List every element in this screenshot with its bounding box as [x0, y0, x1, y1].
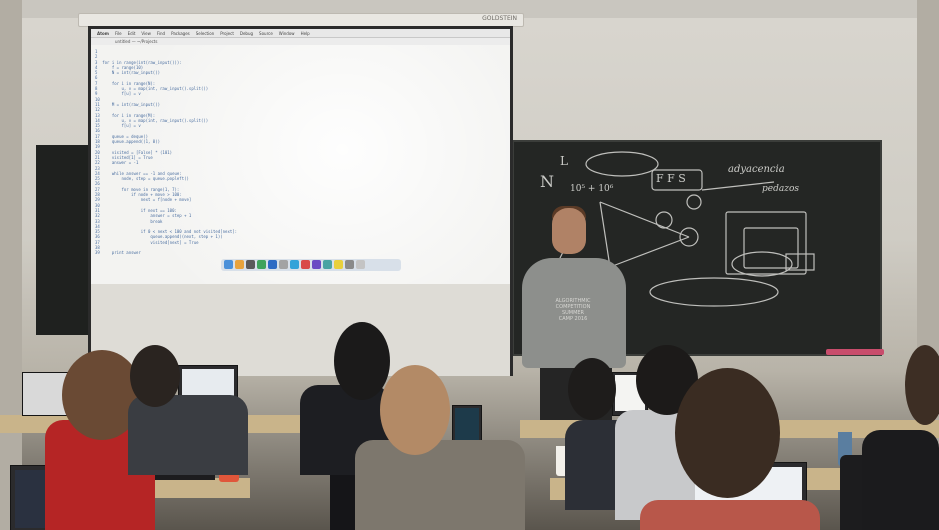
code-line: 39 print answer	[95, 250, 141, 256]
editor-tab: untitled — ~/Projects	[115, 39, 158, 44]
dock-app-icon	[290, 260, 299, 269]
menu-item: File	[114, 30, 122, 36]
dock-app-icon	[257, 260, 266, 269]
classroom-photo: N L 10⁵ + 10⁶ F F S adyacencia pedazos G…	[0, 0, 939, 530]
menu-item: Packages	[171, 30, 190, 36]
dock-app-icon	[334, 260, 343, 269]
menu-item: Find	[156, 30, 166, 36]
student-head	[380, 365, 450, 455]
dock-app-icon	[235, 260, 244, 269]
dock-finder-icon	[224, 260, 233, 269]
menu-item: Debug	[239, 30, 254, 36]
presenter-shirt-print: ALGORITHMIC COMPETITION SUMMER CAMP 2016	[548, 298, 598, 322]
projected-tab-bar: untitled — ~/Projects	[91, 38, 510, 45]
wall-pillar-left	[0, 0, 22, 530]
chalk-tray	[826, 349, 884, 355]
chalk-note-l: L	[560, 154, 568, 168]
student-head	[675, 368, 780, 498]
dock-app-icon	[345, 260, 354, 269]
presenter-head	[552, 208, 586, 254]
student-head	[334, 322, 390, 400]
chalk-note-adjacency: adyacencia	[728, 164, 785, 175]
housing-brand-label: GOLDSTEIN	[482, 15, 517, 22]
student-head	[568, 358, 616, 420]
student-dark-shirt	[862, 430, 939, 530]
shirt-line: CAMP 2016	[558, 316, 588, 322]
menu-item: Source	[259, 30, 273, 36]
student-dark-shirt	[128, 395, 248, 475]
projection-screen: Atom File Edit View Find Packages Select…	[88, 26, 513, 376]
student-back	[355, 440, 525, 530]
menu-item: Project	[220, 30, 234, 36]
dock-app-icon	[246, 260, 255, 269]
menu-item: Window	[278, 30, 295, 36]
student-head	[905, 345, 939, 425]
menu-item: Edit	[127, 30, 136, 36]
projector-screen-housing: GOLDSTEIN	[78, 13, 524, 27]
projected-code: 123 for i in range(int(raw_input())): 4 f…	[95, 49, 295, 256]
student-red-shirt	[640, 500, 820, 530]
menu-item: Selection	[195, 30, 215, 36]
dock-app-icon	[268, 260, 277, 269]
laptop-screen	[455, 408, 479, 444]
dock-trash-icon	[356, 260, 365, 269]
chalk-note-ffs: F F S	[656, 172, 686, 185]
chalk-note-pieces: pedazos	[762, 184, 799, 194]
dock-app-icon	[279, 260, 288, 269]
dock-app-icon	[301, 260, 310, 269]
student-head	[130, 345, 180, 407]
menu-item: Atom	[97, 30, 109, 36]
blackboard-left-panel	[36, 145, 92, 335]
menu-item: Help	[300, 30, 310, 36]
dock-app-icon	[312, 260, 321, 269]
chalk-note-n: N	[540, 172, 554, 191]
chalk-note-bound: 10⁵ + 10⁶	[570, 184, 614, 194]
projected-dock	[221, 259, 401, 271]
menu-item: View	[141, 30, 151, 36]
dock-app-icon	[323, 260, 332, 269]
projected-menu-bar: Atom File Edit View Find Packages Select…	[91, 29, 510, 38]
